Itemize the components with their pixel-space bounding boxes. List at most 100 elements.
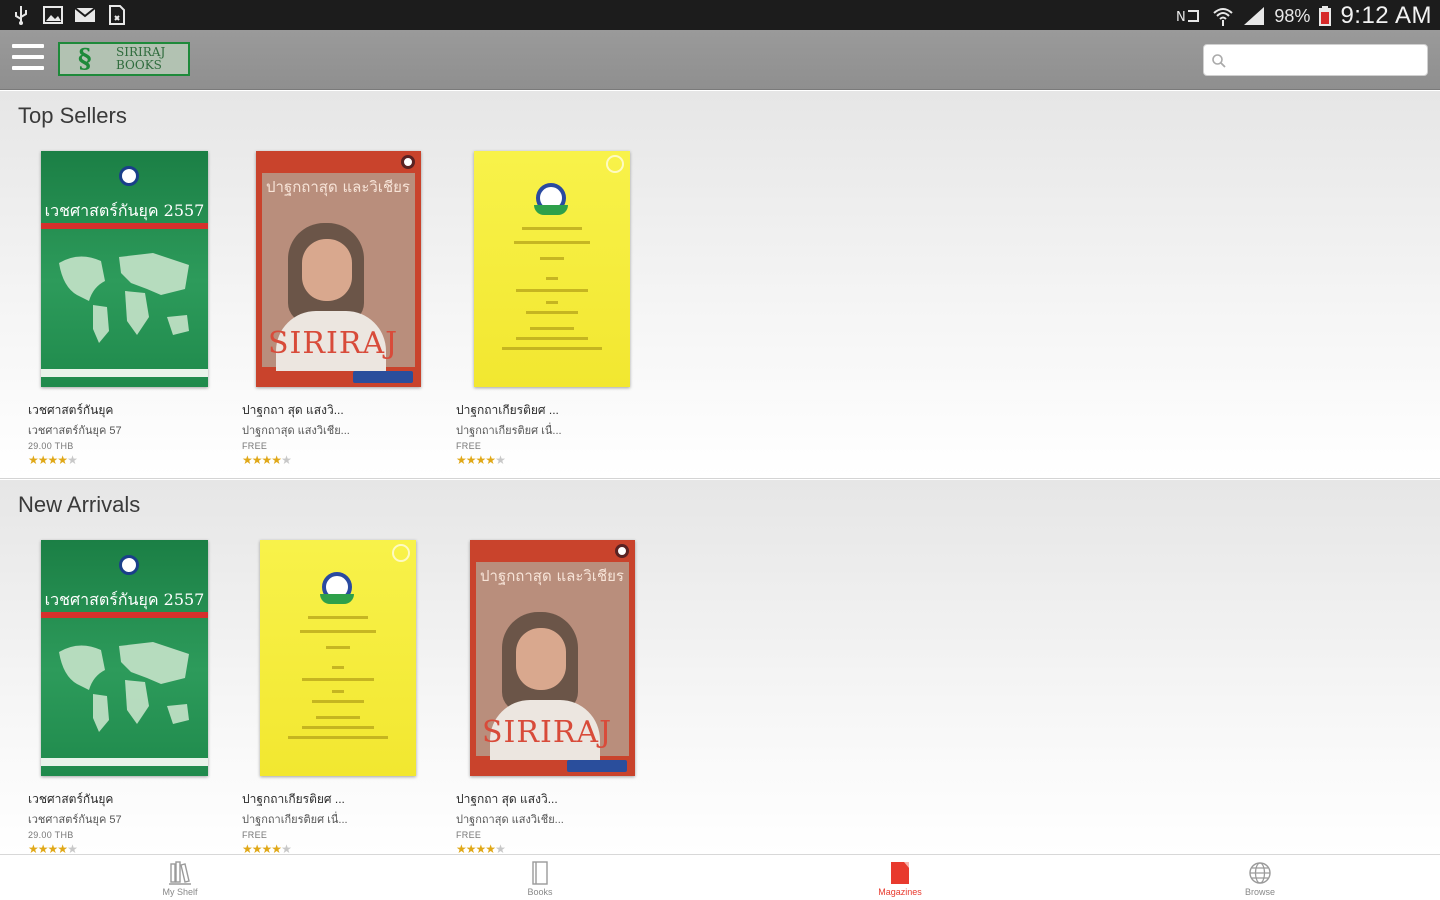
- book-price: 29.00 THB: [28, 441, 74, 451]
- star-icon: ★: [251, 453, 263, 467]
- star-empty-icon: ★: [67, 453, 78, 467]
- cover-text-line: [546, 301, 558, 304]
- cover-footer: [41, 369, 208, 377]
- search-input[interactable]: [1232, 47, 1422, 73]
- star-icon: ★: [271, 453, 282, 467]
- book-price: FREE: [242, 441, 268, 451]
- cover-text-line: [308, 616, 368, 619]
- flower-ornament-icon: [392, 544, 410, 562]
- system-indicators: N 98% 9:12 AM: [1176, 2, 1432, 30]
- star-empty-icon: ★: [495, 453, 506, 467]
- search-icon: [1212, 54, 1226, 68]
- logo-text-line1: SIRIRAJ: [116, 45, 166, 59]
- cover-text-line: [332, 666, 344, 669]
- logo-s-icon: §: [78, 44, 92, 74]
- section-title: Top Sellers: [18, 103, 127, 128]
- book-cover[interactable]: เวชศาสตร์กันยุค 2557: [41, 151, 208, 387]
- cover-text-line: [526, 311, 578, 314]
- rating-stars: ★★★★★: [242, 453, 292, 467]
- book-subtitle: ปาฐกถาสุด แสงวิเชีย...: [456, 814, 564, 826]
- cover-text-line: [302, 678, 374, 681]
- cover-stripe: [41, 223, 208, 229]
- usb-icon: [15, 6, 27, 25]
- cover-badge: [353, 371, 413, 383]
- mail-icon: [74, 7, 96, 22]
- rating-stars: ★★★★★: [456, 453, 506, 467]
- nav-magazines[interactable]: Magazines: [720, 855, 1080, 900]
- book-title: ปาฐกถาเกียรติยศ ...: [242, 792, 345, 806]
- book-subtitle: ปาฐกถาเกียรติยศ เนื่...: [456, 425, 562, 437]
- cover-text-line: [540, 257, 564, 260]
- nav-browse[interactable]: Browse: [1080, 855, 1440, 900]
- document-icon: [109, 5, 125, 25]
- book-subtitle: เวชศาสตร์กันยุค 57: [28, 425, 122, 437]
- hamburger-menu-button[interactable]: [12, 44, 44, 74]
- book-price: FREE: [456, 441, 482, 451]
- book-card[interactable]: เวชศาสตร์กันยุค 2557 เวชศาสตร์กันยุค เวช…: [28, 540, 228, 854]
- star-empty-icon: ★: [67, 842, 78, 854]
- logo-text-line2: BOOKS: [116, 58, 162, 72]
- book-card[interactable]: ปาฐกถาสุด และวิเชียร SIRIRAJ ปาฐกถา สุด …: [456, 540, 656, 854]
- book-title: ปาฐกถา สุด แสงวิ...: [242, 403, 344, 417]
- book-card[interactable]: ปาฐกถาเกียรติยศ ... ปาฐกถาเกียรติยศ เนื่…: [456, 151, 656, 471]
- nav-my-shelf[interactable]: My Shelf: [0, 855, 360, 900]
- star-empty-icon: ★: [281, 453, 292, 467]
- section-new-arrivals: New Arrivals เวชศาสตร์กันยุค 2557 เวชศาส…: [0, 480, 1440, 854]
- star-icon: ★: [28, 453, 39, 467]
- status-bar: N 98% 9:12 AM: [0, 0, 1440, 30]
- book-subtitle: ปาฐกถาสุด แสงวิเชีย...: [242, 425, 350, 437]
- cover-title: ปาฐกถาสุด และวิเชียร: [266, 178, 410, 196]
- book-price: FREE: [456, 830, 482, 840]
- star-icon: ★: [456, 842, 467, 854]
- star-icon: ★: [485, 842, 496, 854]
- cover-brand: SIRIRAJ: [268, 326, 399, 361]
- book-subtitle: เวชศาสตร์กันยุค 57: [28, 814, 122, 826]
- menu-line-icon: [12, 44, 44, 48]
- book-card[interactable]: เวชศาสตร์กันยุค 2557 เวชศาสตร์กันยุค เวช…: [28, 151, 228, 471]
- cover-seal-base: [320, 594, 354, 604]
- cover-text-line: [312, 700, 364, 703]
- star-icon: ★: [475, 453, 487, 467]
- nav-label: Browse: [1244, 886, 1275, 897]
- menu-line-icon: [12, 66, 44, 70]
- book-cover[interactable]: [260, 540, 416, 776]
- cover-text-line: [502, 347, 602, 350]
- cover-stripe: [41, 612, 208, 618]
- book-subtitle: ปาฐกถาเกียรติยศ เนื่...: [242, 814, 348, 826]
- book-card[interactable]: ปาฐกถาเกียรติยศ ... ปาฐกถาเกียรติยศ เนื่…: [242, 540, 442, 854]
- bottom-navigation: My Shelf Books Magazines Browse: [0, 854, 1440, 900]
- search-box[interactable]: [1203, 44, 1428, 76]
- clock: 9:12 AM: [1340, 2, 1432, 29]
- book-cover[interactable]: เวชศาสตร์กันยุค 2557: [41, 540, 208, 776]
- menu-line-icon: [12, 55, 44, 59]
- cover-text-line: [332, 690, 344, 693]
- section-top-sellers: Top Sellers เวชศาสตร์กันยุค 2557 เวชศาสต…: [0, 91, 1440, 479]
- star-icon: ★: [251, 842, 263, 854]
- world-map-icon: [59, 253, 189, 343]
- star-icon: ★: [456, 453, 467, 467]
- cover-badge: [567, 760, 627, 772]
- battery-icon: [1319, 6, 1332, 26]
- book-price: FREE: [242, 830, 268, 840]
- star-empty-icon: ★: [495, 842, 506, 854]
- app-bar: § SIRIRAJ BOOKS: [0, 30, 1440, 90]
- cover-text-line: [302, 726, 374, 729]
- nav-label: Magazines: [878, 886, 922, 897]
- logo-text: SIRIRAJ BOOKS: [116, 46, 165, 72]
- nav-books[interactable]: Books: [360, 855, 720, 900]
- book-cover[interactable]: ปาฐกถาสุด และวิเชียร SIRIRAJ: [256, 151, 421, 387]
- cover-text-line: [288, 736, 388, 739]
- portrait-face: [516, 628, 566, 690]
- cover-text-line: [530, 327, 574, 330]
- book-card[interactable]: ปาฐกถาสุด และวิเชียร SIRIRAJ ปาฐกถา สุด …: [242, 151, 442, 471]
- book-cover[interactable]: [474, 151, 630, 387]
- world-map-icon: [59, 642, 189, 732]
- star-icon: ★: [47, 842, 59, 854]
- section-title: New Arrivals: [18, 492, 141, 517]
- notification-icons: [10, 4, 128, 26]
- book-cover[interactable]: ปาฐกถาสุด และวิเชียร SIRIRAJ: [470, 540, 635, 776]
- rating-stars: ★★★★★: [28, 842, 78, 854]
- battery-percent: 98%: [1274, 5, 1311, 26]
- cover-text-line: [516, 337, 588, 340]
- app-logo[interactable]: § SIRIRAJ BOOKS: [58, 42, 190, 76]
